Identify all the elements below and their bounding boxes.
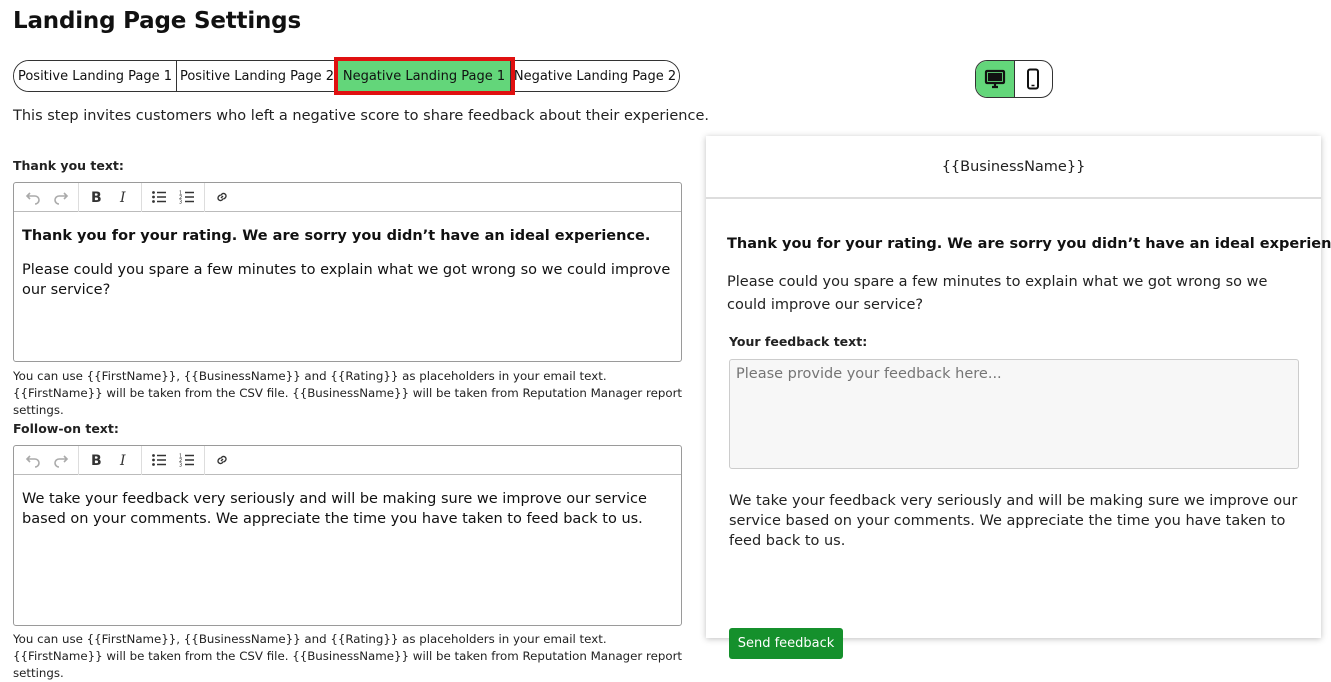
follow-on-toolbar: B I 123 (14, 445, 681, 475)
italic-icon[interactable]: I (110, 184, 138, 210)
svg-text:B: B (91, 190, 102, 205)
svg-text:B: B (91, 453, 102, 468)
follow-on-content[interactable]: We take your feedback very seriously and… (14, 475, 681, 551)
tab-positive-landing-page-2[interactable]: Positive Landing Page 2 (177, 61, 338, 91)
preview-bold-line: Thank you for your rating. We are sorry … (727, 236, 1331, 252)
undo-icon[interactable] (19, 184, 47, 210)
follow-on-hint: You can use {{FirstName}}, {{BusinessNam… (13, 632, 683, 680)
landing-page-tabs: Positive Landing Page 1 Positive Landing… (13, 57, 680, 95)
thank-you-bold-line: Thank you for your rating. We are sorry … (22, 228, 651, 244)
thank-you-body-line: Please could you spare a few minutes to … (22, 262, 671, 298)
bullet-list-icon[interactable] (145, 447, 173, 473)
follow-on-editor: B I 123 We take your feedback very serio… (13, 445, 682, 626)
svg-text:3: 3 (179, 463, 182, 469)
preview-panel: {{BusinessName}} Thank you for your rati… (706, 136, 1331, 659)
desktop-view-button[interactable] (976, 61, 1015, 97)
link-icon[interactable] (208, 447, 236, 473)
preview-body-line: Please could you spare a few minutes to … (727, 274, 1268, 313)
feedback-label: Your feedback text: (729, 334, 868, 349)
bullet-list-icon[interactable] (145, 184, 173, 210)
bold-icon[interactable]: B (82, 447, 110, 473)
intro-text: This step invites customers who left a n… (13, 108, 709, 124)
numbered-list-icon[interactable]: 123 (173, 447, 201, 473)
numbered-list-icon[interactable]: 123 (173, 184, 201, 210)
thank-you-hint: You can use {{FirstName}}, {{BusinessNam… (13, 369, 683, 417)
send-feedback-button[interactable]: Send feedback (729, 628, 843, 659)
bold-icon[interactable]: B (82, 184, 110, 210)
tab-negative-landing-page-1[interactable]: Negative Landing Page 1 (334, 57, 515, 95)
page-title: Landing Page Settings (13, 8, 301, 34)
italic-icon[interactable]: I (110, 447, 138, 473)
thank-you-editor: B I 123 Thank you for your rating. We ar… (13, 182, 682, 362)
svg-text:I: I (119, 190, 126, 205)
svg-text:3: 3 (179, 200, 182, 206)
svg-text:I: I (119, 453, 126, 468)
thank-you-label: Thank you text: (13, 158, 124, 173)
preview-follow-on: We take your feedback very seriously and… (729, 493, 1298, 549)
device-toggle (975, 60, 1053, 98)
undo-icon[interactable] (19, 447, 47, 473)
mobile-view-button[interactable] (1015, 61, 1053, 97)
desktop-icon (984, 69, 1005, 89)
tab-negative-landing-page-2[interactable]: Negative Landing Page 2 (511, 61, 679, 91)
mobile-icon (1027, 68, 1040, 90)
tab-positive-landing-page-1[interactable]: Positive Landing Page 1 (14, 61, 177, 91)
follow-on-label: Follow-on text: (13, 421, 119, 436)
thank-you-toolbar: B I 123 (14, 182, 681, 212)
feedback-input[interactable] (729, 359, 1299, 469)
thank-you-content[interactable]: Thank you for your rating. We are sorry … (14, 212, 681, 322)
preview-header: {{BusinessName}} (706, 136, 1321, 199)
redo-icon[interactable] (47, 184, 75, 210)
follow-on-body-line: We take your feedback very seriously and… (22, 491, 647, 527)
redo-icon[interactable] (47, 447, 75, 473)
link-icon[interactable] (208, 184, 236, 210)
